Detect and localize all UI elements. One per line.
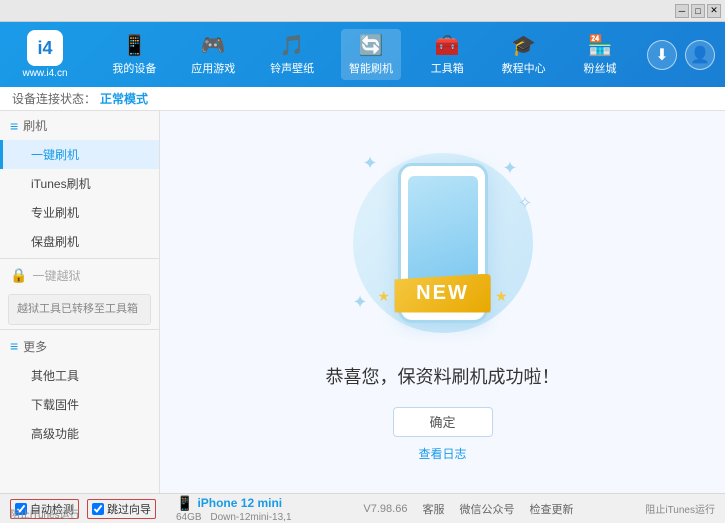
itunes-flash-label: iTunes刷机	[31, 177, 91, 191]
tutorials-icon: 🎓	[511, 33, 536, 58]
device-info: 📱 iPhone 12 mini 64GB Down-12mini-13,1	[176, 495, 292, 523]
jailbreak-info-box: 越狱工具已转移至工具箱	[8, 294, 151, 325]
sparkle-2: ✦	[502, 158, 517, 179]
sparkle-1: ✦	[363, 153, 378, 174]
check-update-link[interactable]: 检查更新	[529, 501, 573, 517]
jailbreak-section-icon: 🔒	[10, 267, 27, 284]
apps-games-icon: 🎮	[201, 33, 226, 58]
download-button[interactable]: ⬇	[647, 40, 677, 70]
flash-section-icon: ≡	[10, 118, 18, 134]
sparkle-3: ✦	[353, 292, 368, 313]
view-log-link[interactable]: 查看日志	[418, 445, 466, 462]
sidebar-section-jailbreak[interactable]: 🔒 一键越狱	[0, 261, 159, 290]
phone-icon: 📱	[176, 495, 193, 512]
via-wizard-label: 跳过向导	[107, 501, 151, 517]
close-button[interactable]: ✕	[707, 4, 721, 18]
sidebar-item-save-flash[interactable]: 保盘刷机	[0, 227, 159, 256]
nav-fan-city[interactable]: 🏪 粉丝城	[572, 29, 627, 80]
smart-flash-label: 智能刷机	[349, 60, 393, 76]
ringtones-label: 铃声壁纸	[270, 60, 314, 76]
sidebar-divider-1	[0, 258, 159, 259]
nav-items: 📱 我的设备 🎮 应用游戏 🎵 铃声壁纸 🔄 智能刷机 🧰 工具箱 🎓 教程中心…	[95, 29, 637, 80]
status-label: 设备连接状态：	[12, 90, 96, 107]
bottom-right: V7.98.66 客服 微信公众号 检查更新	[363, 501, 573, 517]
apps-games-label: 应用游戏	[191, 60, 235, 76]
maximize-button[interactable]: □	[691, 4, 705, 18]
jailbreak-info-text: 越狱工具已转移至工具箱	[17, 303, 138, 315]
stop-itunes-label[interactable]: 阻止iTunes运行	[10, 506, 80, 521]
device-firmware: Down-12mini-13,1	[210, 512, 291, 523]
status-bar: 设备连接状态： 正常模式	[0, 87, 725, 111]
download-firmware-label: 下载固件	[31, 398, 79, 412]
toolbox-label: 工具箱	[431, 60, 464, 76]
fan-city-icon: 🏪	[588, 33, 613, 58]
sidebar-item-download-firmware[interactable]: 下载固件	[0, 390, 159, 419]
minimize-button[interactable]: ─	[675, 4, 689, 18]
confirm-button[interactable]: 确定	[393, 407, 493, 437]
fan-city-label: 粉丝城	[583, 60, 616, 76]
my-device-label: 我的设备	[112, 60, 156, 76]
customer-service-link[interactable]: 客服	[422, 501, 444, 517]
sparkle-4: ✧	[517, 193, 532, 214]
logo-area: i4 www.i4.cn	[10, 30, 80, 79]
sidebar-item-one-key-flash[interactable]: 一键刷机	[0, 140, 159, 169]
nav-ringtones[interactable]: 🎵 铃声壁纸	[262, 29, 322, 80]
version-text: V7.98.66	[363, 503, 407, 515]
status-value: 正常模式	[100, 90, 148, 107]
jailbreak-section-label: 一键越狱	[32, 267, 80, 284]
sidebar-section-flash[interactable]: ≡ 刷机	[0, 111, 159, 140]
nav-toolbox[interactable]: 🧰 工具箱	[420, 29, 475, 80]
more-section-label: 更多	[23, 338, 47, 355]
sidebar-item-advanced[interactable]: 高级功能	[0, 419, 159, 448]
nav-apps-games[interactable]: 🎮 应用游戏	[183, 29, 243, 80]
wechat-official-link[interactable]: 微信公众号	[459, 501, 514, 517]
main-layout: ≡ 刷机 一键刷机 iTunes刷机 专业刷机 保盘刷机 🔒 一键越狱 越狱工具…	[0, 111, 725, 493]
user-button[interactable]: 👤	[685, 40, 715, 70]
tutorials-label: 教程中心	[502, 60, 546, 76]
via-wizard-checkbox[interactable]: 跳过向导	[87, 499, 156, 519]
title-bar: ─ □ ✕	[0, 0, 725, 22]
sidebar-section-more[interactable]: ≡ 更多	[0, 332, 159, 361]
toolbox-icon: 🧰	[435, 33, 460, 58]
other-tools-label: 其他工具	[31, 369, 79, 383]
phone-screen	[408, 176, 478, 286]
sidebar: ≡ 刷机 一键刷机 iTunes刷机 专业刷机 保盘刷机 🔒 一键越狱 越狱工具…	[0, 111, 160, 493]
logo-subtitle: www.i4.cn	[22, 68, 67, 79]
new-star-left: ★	[378, 288, 391, 305]
new-star-right: ★	[495, 288, 508, 305]
nav-smart-flash[interactable]: 🔄 智能刷机	[341, 29, 401, 80]
advanced-label: 高级功能	[31, 427, 79, 441]
save-flash-label: 保盘刷机	[31, 235, 79, 249]
device-storage: 64GB	[176, 512, 202, 523]
stop-itunes-button[interactable]: 阻止iTunes运行	[645, 501, 715, 516]
ringtones-icon: 🎵	[280, 33, 305, 58]
bottom-bar: 自动检测 跳过向导 📱 iPhone 12 mini 64GB Down-12m…	[0, 493, 725, 523]
sidebar-item-itunes-flash[interactable]: iTunes刷机	[0, 169, 159, 198]
my-device-icon: 📱	[122, 33, 147, 58]
smart-flash-icon: 🔄	[359, 33, 384, 58]
pro-flash-label: 专业刷机	[31, 206, 79, 220]
flash-section-label: 刷机	[23, 117, 47, 134]
more-section-icon: ≡	[10, 338, 18, 354]
content-area: ✦ ✦ ✦ ✧ NEW ★ ★ 恭喜您，保资料刷机成功啦！ 确定 查看日志	[160, 111, 725, 493]
nav-right-buttons: ⬇ 👤	[647, 40, 715, 70]
window-controls[interactable]: ─ □ ✕	[675, 4, 721, 18]
device-name: iPhone 12 mini	[197, 496, 282, 510]
via-wizard-input[interactable]	[92, 503, 104, 515]
success-message: 恭喜您，保资料刷机成功啦！	[326, 363, 560, 389]
sidebar-divider-2	[0, 329, 159, 330]
sidebar-item-other-tools[interactable]: 其他工具	[0, 361, 159, 390]
device-details: 64GB Down-12mini-13,1	[176, 512, 292, 523]
one-key-flash-label: 一键刷机	[31, 148, 79, 162]
header: i4 www.i4.cn 📱 我的设备 🎮 应用游戏 🎵 铃声壁纸 🔄 智能刷机…	[0, 22, 725, 87]
new-badge: NEW	[394, 274, 491, 313]
illustration-area: ✦ ✦ ✦ ✧ NEW ★ ★	[343, 143, 543, 343]
nav-my-device[interactable]: 📱 我的设备	[104, 29, 164, 80]
logo-icon: i4	[27, 30, 63, 66]
sidebar-item-pro-flash[interactable]: 专业刷机	[0, 198, 159, 227]
nav-tutorials[interactable]: 🎓 教程中心	[494, 29, 554, 80]
